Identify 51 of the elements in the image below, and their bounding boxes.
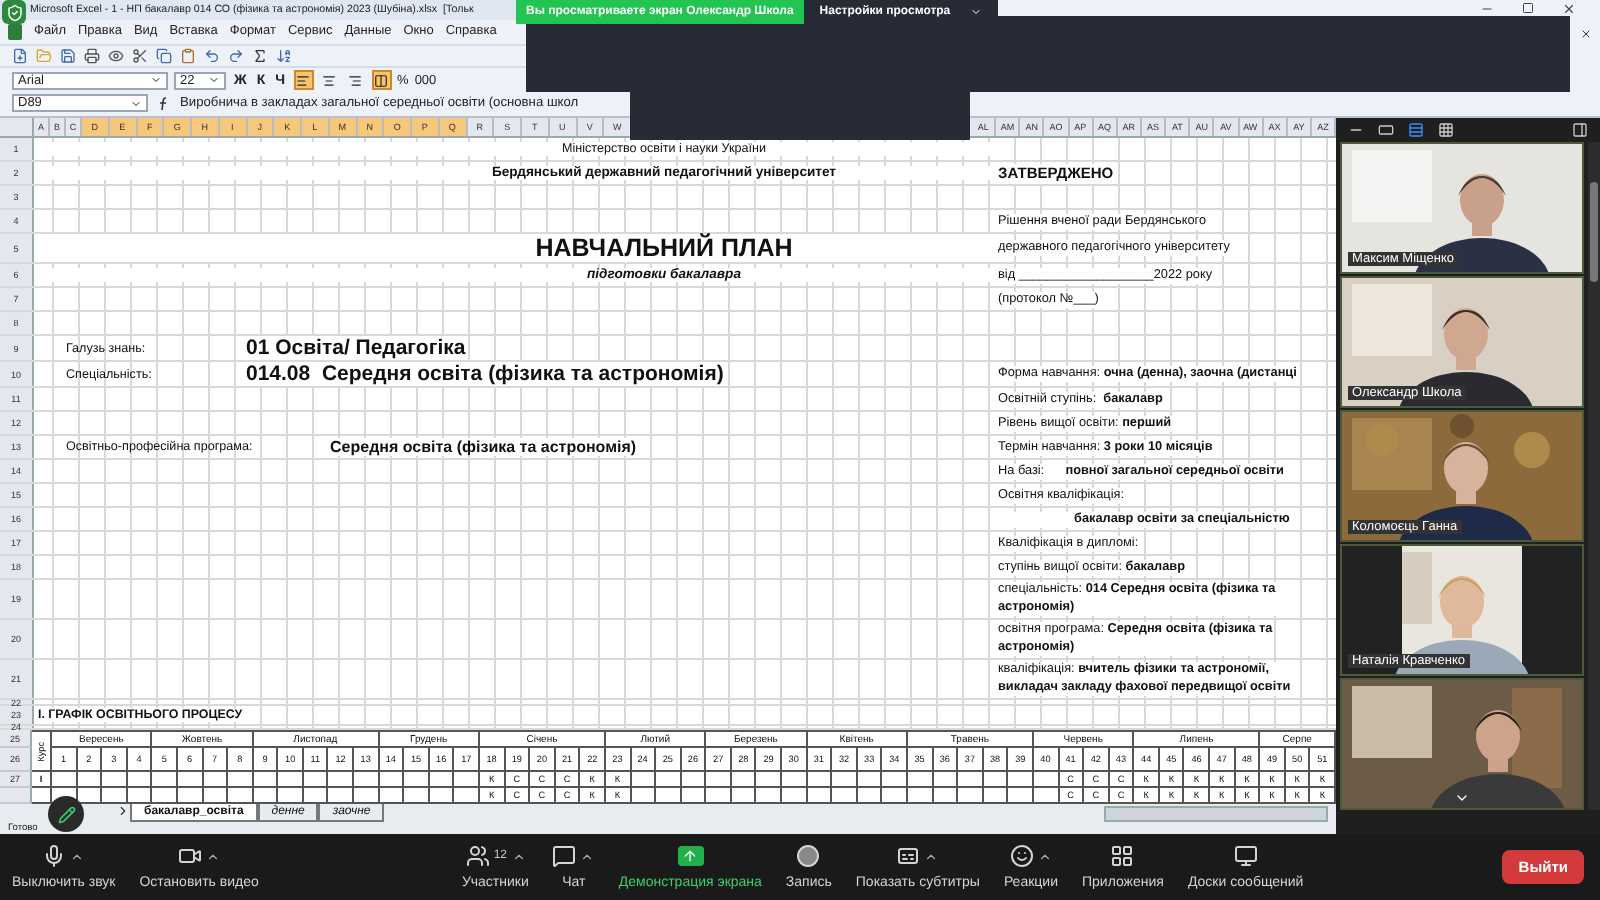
shield-icon (2, 0, 26, 24)
align-button[interactable] (345, 70, 366, 91)
align-center-icon (322, 73, 337, 88)
field-value: 01 Освіта/ Педагогіка (246, 336, 466, 361)
field-value: 014.08 Середня освіта (фізика та астрономія) (246, 362, 724, 387)
next-sheet-icon[interactable] (116, 804, 130, 819)
align-left-icon (296, 73, 311, 88)
whiteboard-icon[interactable] (1233, 844, 1258, 869)
field-value: Середня освіта (фізика та астрономія) (330, 438, 637, 457)
align-button[interactable] (293, 70, 314, 91)
gallery-view-icon[interactable] (1438, 121, 1454, 138)
caret-icon[interactable] (1037, 849, 1052, 864)
redo-icon[interactable] (228, 47, 244, 64)
undo-icon[interactable] (204, 47, 220, 64)
copy-icon[interactable] (156, 47, 172, 64)
merge-cells-icon (374, 73, 389, 88)
function-icon (156, 95, 172, 112)
video-camera-icon[interactable] (178, 844, 203, 869)
smiley-icon[interactable] (1009, 844, 1034, 869)
captions-icon[interactable] (896, 844, 921, 869)
pencil-icon[interactable] (57, 805, 75, 823)
strip-view-icon[interactable] (1408, 121, 1424, 138)
chat-bubble-icon[interactable] (552, 844, 577, 869)
caret-icon[interactable] (208, 74, 220, 87)
caret-icon[interactable] (511, 849, 525, 864)
side-panel-icon[interactable] (1572, 121, 1588, 138)
caret-icon[interactable] (70, 849, 85, 864)
close-icon[interactable] (1579, 28, 1591, 40)
caret-icon[interactable] (580, 849, 595, 864)
caret-icon[interactable] (970, 6, 983, 18)
print-icon[interactable] (84, 47, 100, 64)
new-document-icon[interactable] (12, 47, 28, 64)
maximize-icon[interactable] (1522, 2, 1534, 14)
sort-icon[interactable] (276, 47, 292, 64)
caret-icon[interactable] (206, 849, 221, 864)
share-screen-icon[interactable] (677, 846, 704, 867)
participants-icon[interactable] (465, 844, 490, 869)
align-button[interactable] (371, 70, 392, 91)
speaker-view-icon[interactable] (1378, 121, 1394, 138)
align-right-icon (348, 73, 363, 88)
preview-icon[interactable] (108, 47, 124, 64)
close-icon[interactable] (1562, 1, 1576, 15)
caret-icon[interactable] (924, 849, 939, 864)
apps-icon[interactable] (1110, 844, 1135, 869)
save-icon[interactable] (60, 47, 76, 64)
sum-icon[interactable] (252, 47, 268, 64)
record-icon[interactable] (796, 844, 821, 869)
align-button[interactable] (319, 70, 340, 91)
cut-icon[interactable] (132, 47, 148, 64)
paste-icon[interactable] (180, 47, 196, 64)
microphone-icon[interactable] (42, 844, 67, 869)
